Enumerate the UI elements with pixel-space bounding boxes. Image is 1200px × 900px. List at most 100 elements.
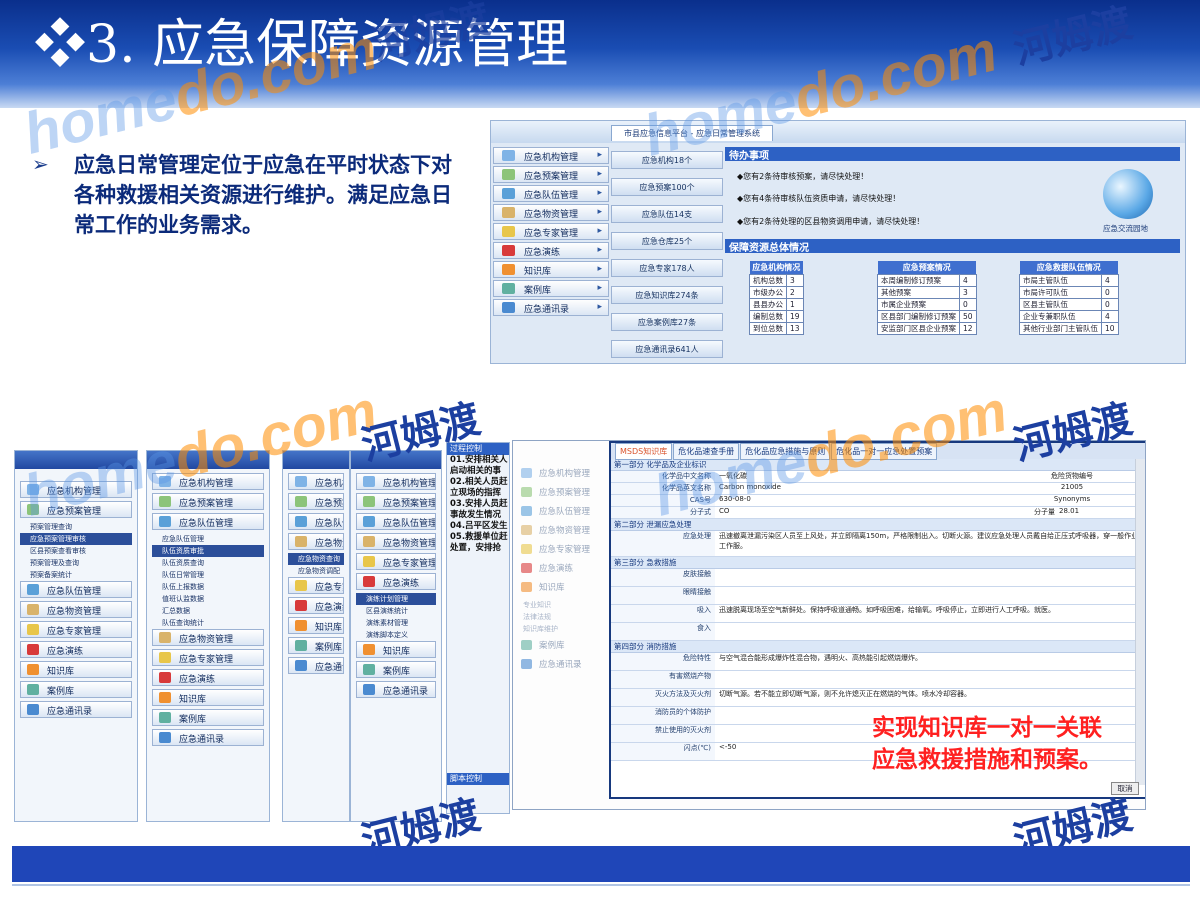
tab-handbook[interactable]: 危化品速查手册	[673, 443, 740, 460]
submenu-item[interactable]: 演练素材管理	[356, 617, 436, 629]
menu-item[interactable]: 知识库	[20, 661, 132, 678]
menu-item[interactable]: 应急物资管理	[517, 523, 605, 539]
todo-item[interactable]: ◆您有4条待审核队伍资质申请，请尽快处理！	[737, 193, 900, 204]
submenu-item[interactable]: 队伍资质审批	[152, 545, 264, 557]
menu-item[interactable]: 应急演练	[356, 573, 436, 590]
menu-item[interactable]: 应急专家管理	[493, 223, 609, 240]
menu-item[interactable]: 应急队伍管理	[152, 513, 264, 530]
submenu-item[interactable]: 应急预案管理审核	[20, 533, 132, 545]
submenu-item[interactable]: 队伍查询统计	[152, 617, 264, 629]
tab-measures[interactable]: 危化品应急措施与原则	[740, 443, 831, 460]
menu-item[interactable]: 知识库	[517, 580, 605, 596]
menu-item[interactable]: 应急专家	[288, 577, 344, 594]
submenu-item[interactable]: 区县演练统计	[356, 605, 436, 617]
table-cell: 县县办公	[749, 298, 787, 311]
stat-button[interactable]: 应急专家178人	[611, 259, 723, 277]
submenu-item[interactable]: 应急队伍管理	[152, 533, 264, 545]
submenu-item[interactable]: 法律法规	[513, 611, 609, 623]
menu-item[interactable]: 案例库	[152, 709, 264, 726]
menu-item[interactable]: 应急演练	[288, 597, 344, 614]
script-line: 启动相关的事	[450, 466, 502, 476]
submenu-item[interactable]: 队伍上报数据	[152, 581, 264, 593]
tab-one-to-one[interactable]: 危化品一对一应急处置预案	[831, 443, 938, 460]
cancel-button[interactable]: 取消	[1111, 782, 1139, 795]
submenu-item[interactable]: 应急物资查询	[288, 553, 344, 565]
submenu-item[interactable]: 演练计划管理	[356, 593, 436, 605]
stat-button[interactable]: 应急案例库27条	[611, 313, 723, 331]
menu-item[interactable]: 应急机构管理	[493, 147, 609, 164]
submenu-item[interactable]: 预案管理查询	[20, 521, 132, 533]
menu-item[interactable]: 应急队伍管理	[20, 581, 132, 598]
menu-item[interactable]: 应急机构管理	[517, 466, 605, 482]
menu-item[interactable]: 应急机构	[288, 473, 344, 490]
table-row: 化学品英文名称 Carbon monoxide 21005	[611, 483, 1145, 495]
field-value	[715, 569, 1145, 586]
menu-item[interactable]: 应急队伍管理	[517, 504, 605, 520]
tab-msds[interactable]: MSDS知识库	[615, 443, 673, 460]
menu-item[interactable]: 应急队伍	[288, 513, 344, 530]
menu-item[interactable]: 应急通讯录	[493, 299, 609, 316]
menu-item[interactable]: 应急机构管理	[356, 473, 436, 490]
menu-item[interactable]: 应急专家管理	[20, 621, 132, 638]
submenu-item[interactable]: 汇总数据	[152, 605, 264, 617]
menu-item[interactable]: 知识库	[356, 641, 436, 658]
submenu-item[interactable]: 队伍资质查询	[152, 557, 264, 569]
submenu-item[interactable]: 区县预案查看审核	[20, 545, 132, 557]
menu-item[interactable]: 应急队伍管理	[493, 185, 609, 202]
menu-item[interactable]: 应急通讯录	[517, 657, 605, 673]
exchange-label[interactable]: 应急交流园地	[1103, 223, 1148, 234]
menu-item[interactable]: 应急演练	[493, 242, 609, 259]
menu-item[interactable]: 案例库	[20, 681, 132, 698]
tab-daily-management[interactable]: 市县应急信息平台 - 应急日常管理系统	[611, 125, 773, 141]
menu-item[interactable]: 案例库	[517, 638, 605, 654]
menu-item[interactable]: 知识库	[493, 261, 609, 278]
menu-item[interactable]: 应急预案管理	[20, 501, 132, 518]
todo-item[interactable]: ◆您有2条待处理的区县物资调用申请，请尽快处理！	[737, 216, 924, 227]
menu-item[interactable]: 案例库	[493, 280, 609, 297]
stat-button[interactable]: 应急队伍14支	[611, 205, 723, 223]
menu-item[interactable]: 应急物资管理	[152, 629, 264, 646]
menu-item[interactable]: 应急队伍管理	[356, 513, 436, 530]
menu-item[interactable]: 应急通讯录	[20, 701, 132, 718]
menu-item[interactable]: 应急演练	[152, 669, 264, 686]
menu-item[interactable]: 知识库	[152, 689, 264, 706]
submenu-item[interactable]: 值班认监数据	[152, 593, 264, 605]
submenu-item[interactable]: 预案管理及查询	[20, 557, 132, 569]
menu-item[interactable]: 应急预案管理	[517, 485, 605, 501]
submenu-item[interactable]: 队伍日常管理	[152, 569, 264, 581]
menu-item[interactable]: 应急通讯录	[356, 681, 436, 698]
stat-button[interactable]: 应急预案100个	[611, 178, 723, 196]
stat-button[interactable]: 应急通讯录641人	[611, 340, 723, 358]
menu-item[interactable]: 应急预案管理	[493, 166, 609, 183]
menu-item[interactable]: 知识库	[288, 617, 344, 634]
menu-item[interactable]: 应急演练	[517, 561, 605, 577]
menu-item[interactable]: 应急演练	[20, 641, 132, 658]
exchange-icon[interactable]	[1103, 169, 1153, 219]
submenu-item[interactable]: 知识库维护	[513, 623, 609, 635]
menu-item[interactable]: 应急专家管理	[152, 649, 264, 666]
menu-item[interactable]: 应急预案管理	[356, 493, 436, 510]
submenu-item[interactable]: 应急物资调配	[288, 565, 344, 577]
menu-item[interactable]: 案例库	[356, 661, 436, 678]
menu-item[interactable]: 应急专家管理	[517, 542, 605, 558]
menu-item[interactable]: 应急专家管理	[356, 553, 436, 570]
stat-button[interactable]: 应急机构18个	[611, 151, 723, 169]
stat-button[interactable]: 应急知识库274条	[611, 286, 723, 304]
menu-item[interactable]: 应急物资管理	[493, 204, 609, 221]
menu-item[interactable]: 案例库	[288, 637, 344, 654]
menu-item[interactable]: 应急预案管理	[152, 493, 264, 510]
expert-icon	[502, 226, 515, 237]
submenu-item[interactable]: 演练脚本定义	[356, 629, 436, 641]
menu-item[interactable]: 应急通讯	[288, 657, 344, 674]
menu-item[interactable]: 应急物资	[288, 533, 344, 550]
menu-item[interactable]: 应急物资管理	[356, 533, 436, 550]
menu-item[interactable]: 应急预案	[288, 493, 344, 510]
submenu-item[interactable]: 预案备案统计	[20, 569, 132, 581]
menu-item[interactable]: 应急机构管理	[152, 473, 264, 490]
menu-item[interactable]: 应急机构管理	[20, 481, 132, 498]
stat-button[interactable]: 应急仓库25个	[611, 232, 723, 250]
menu-item[interactable]: 应急物资管理	[20, 601, 132, 618]
submenu-item[interactable]: 专业知识	[513, 599, 609, 611]
menu-item[interactable]: 应急通讯录	[152, 729, 264, 746]
todo-item[interactable]: ◆您有2条待审核预案，请尽快处理！	[737, 171, 868, 182]
